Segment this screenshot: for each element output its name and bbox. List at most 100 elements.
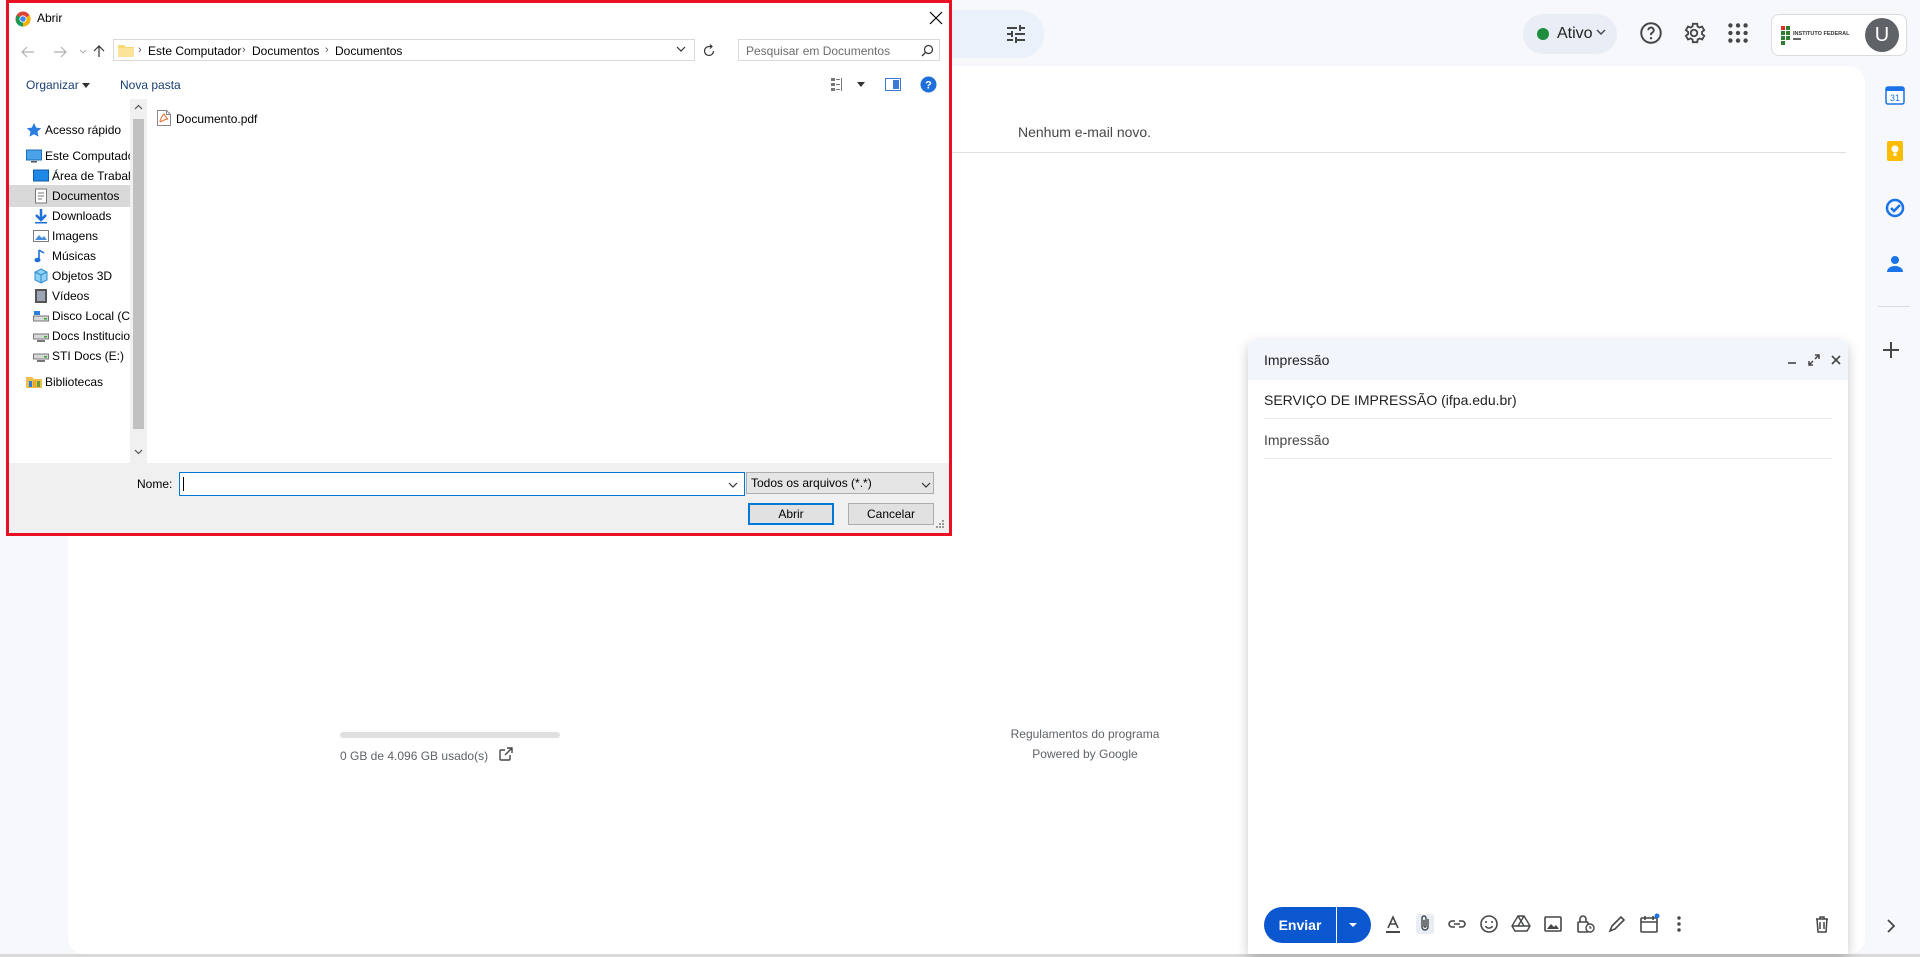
chevron-right-icon[interactable]	[1882, 917, 1900, 935]
apps-grid-icon[interactable]	[1725, 20, 1751, 46]
nav-item-downloads[interactable]: Downloads	[9, 205, 130, 227]
scrollbar-thumb[interactable]	[133, 119, 144, 429]
cancel-button[interactable]: Cancelar	[848, 503, 934, 525]
trash-icon[interactable]	[1811, 913, 1833, 935]
program-policies-link[interactable]: Regulamentos do programa	[1005, 727, 1165, 741]
send-options-button[interactable]	[1337, 907, 1371, 943]
resize-grip-icon[interactable]	[935, 519, 945, 529]
signature-icon[interactable]	[1606, 913, 1628, 935]
nav-item-videos[interactable]: Vídeos	[9, 285, 130, 307]
expand-icon[interactable]	[1806, 352, 1822, 368]
pdf-file-icon	[157, 110, 171, 126]
search-options-icon[interactable]	[1004, 22, 1028, 46]
breadcrumb-documentos-current[interactable]: Documentos	[335, 44, 402, 58]
scroll-up-icon[interactable]	[134, 104, 143, 110]
dialog-title: Abrir	[37, 11, 63, 25]
subject-field[interactable]: Impressão	[1264, 432, 1329, 448]
breadcrumb-documentos[interactable]: Documentos	[252, 44, 319, 58]
schedule-icon[interactable]	[1638, 913, 1660, 935]
view-options-icon[interactable]	[831, 77, 849, 91]
emoji-icon[interactable]	[1478, 913, 1500, 935]
close-icon[interactable]	[1828, 352, 1844, 368]
computer-icon	[26, 148, 42, 164]
settings-gear-icon[interactable]	[1681, 20, 1707, 46]
minimize-icon[interactable]	[1784, 352, 1800, 368]
status-dot-icon	[1537, 28, 1549, 40]
folder-icon	[118, 43, 134, 57]
back-arrow-icon[interactable]	[21, 46, 35, 58]
file-item-documento-pdf[interactable]: Documento.pdf	[157, 109, 267, 129]
drive-icon[interactable]	[1510, 913, 1532, 935]
help-icon[interactable]	[1638, 20, 1664, 46]
nav-item-bibliotecas[interactable]: Bibliotecas	[9, 371, 130, 393]
recent-locations-icon[interactable]	[79, 49, 87, 55]
send-button[interactable]: Enviar	[1264, 907, 1336, 943]
contacts-icon[interactable]	[1883, 252, 1907, 276]
search-filter-area[interactable]	[940, 10, 1044, 58]
chevron-down-icon[interactable]	[676, 45, 686, 53]
navigation-pane: Acesso rápido Este Computador Área de Tr…	[9, 99, 130, 463]
file-list[interactable]: Documento.pdf	[147, 99, 949, 463]
file-name: Documento.pdf	[176, 112, 258, 126]
chevron-down-icon[interactable]	[921, 481, 931, 489]
file-type-value: Todos os arquivos (*.*)	[751, 476, 872, 490]
account-avatar[interactable]: U	[1865, 18, 1899, 52]
breadcrumb-separator: ›	[325, 44, 329, 56]
chevron-down-icon[interactable]	[728, 481, 738, 489]
scroll-down-icon[interactable]	[134, 449, 143, 455]
organize-button[interactable]: Organizar	[26, 78, 79, 92]
nav-item-disco-local-c[interactable]: Disco Local (C:)	[9, 305, 130, 327]
more-options-icon[interactable]	[1668, 913, 1690, 935]
file-type-select[interactable]: Todos os arquivos (*.*)	[746, 472, 934, 494]
open-in-new-icon[interactable]	[498, 746, 514, 762]
attach-icon[interactable]	[1414, 913, 1436, 935]
status-dropdown[interactable]: Ativo	[1523, 14, 1617, 54]
nav-item-documentos[interactable]: Documentos	[9, 185, 130, 207]
nav-item-acesso-rapido[interactable]: Acesso rápido	[9, 119, 130, 141]
navigation-scrollbar[interactable]	[130, 99, 147, 463]
add-addon-icon[interactable]	[1880, 339, 1902, 361]
tasks-icon[interactable]	[1883, 196, 1907, 220]
file-name-input[interactable]	[179, 472, 745, 496]
forward-arrow-icon[interactable]	[53, 46, 67, 58]
chevron-down-icon[interactable]	[857, 82, 865, 87]
nav-item-este-computador[interactable]: Este Computador	[9, 145, 130, 167]
dialog-toolbar: Organizar Nova pasta ?	[9, 69, 949, 99]
lock-clock-icon[interactable]	[1574, 913, 1596, 935]
preview-pane-icon[interactable]	[885, 78, 901, 91]
breadcrumb-este-computador[interactable]: Este Computador	[148, 44, 241, 58]
breadcrumb-separator: ›	[138, 44, 142, 56]
link-icon[interactable]	[1446, 913, 1468, 935]
status-label: Ativo	[1557, 25, 1593, 42]
photo-icon[interactable]	[1542, 913, 1564, 935]
recipient-field[interactable]: SERVIÇO DE IMPRESSÃO (ifpa.edu.br)	[1264, 392, 1517, 408]
compose-header[interactable]: Impressão	[1248, 340, 1848, 380]
file-name-label: Nome:	[137, 477, 173, 491]
text-format-icon[interactable]	[1382, 913, 1404, 935]
svg-text:INSTITUTO FEDERAL: INSTITUTO FEDERAL	[1793, 31, 1850, 37]
calendar-icon[interactable]: 31	[1883, 83, 1907, 107]
drive-c-icon	[33, 308, 49, 324]
search-input[interactable]: Pesquisar em Documentos	[738, 39, 940, 61]
nav-item-musicas[interactable]: Músicas	[9, 245, 130, 267]
open-button[interactable]: Abrir	[748, 503, 834, 525]
keep-icon[interactable]	[1883, 139, 1907, 163]
new-folder-button[interactable]: Nova pasta	[120, 78, 181, 92]
svg-text:31: 31	[1890, 93, 1900, 103]
breadcrumb-separator: ›	[242, 44, 246, 56]
nav-item-docs-institucionais[interactable]: Docs Institucionais	[9, 325, 130, 347]
help-icon[interactable]: ?	[920, 76, 937, 93]
svg-text:?: ?	[925, 80, 932, 92]
nav-item-sti-docs-e[interactable]: STI Docs (E:)	[9, 345, 130, 367]
search-icon	[921, 44, 934, 57]
close-icon[interactable]	[928, 10, 944, 26]
nav-item-imagens[interactable]: Imagens	[9, 225, 130, 247]
nav-item-area-de-trabalho[interactable]: Área de Trabalho	[9, 165, 130, 187]
nav-item-objetos-3d[interactable]: Objetos 3D	[9, 265, 130, 287]
divider	[1264, 458, 1832, 459]
refresh-icon[interactable]	[701, 43, 717, 59]
up-folder-icon[interactable]	[93, 44, 105, 58]
download-icon	[33, 208, 49, 224]
address-bar[interactable]: › Este Computador › Documentos › Documen…	[113, 39, 695, 61]
chevron-down-icon[interactable]	[82, 83, 90, 88]
